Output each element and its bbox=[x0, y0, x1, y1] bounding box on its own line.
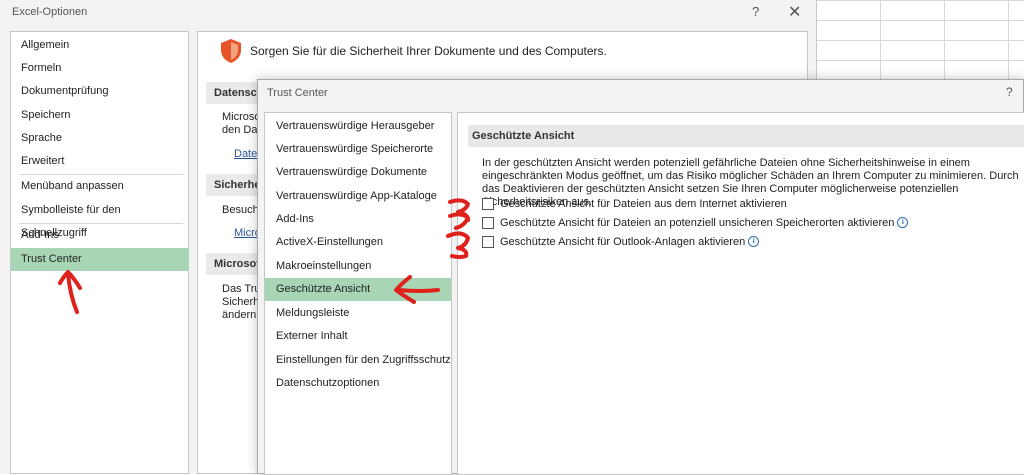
option-internet-row: Geschützte Ansicht für Dateien aus dem I… bbox=[482, 196, 787, 211]
option-label[interactable]: Geschützte Ansicht für Dateien an potenz… bbox=[500, 217, 894, 229]
shield-icon bbox=[221, 39, 241, 63]
info-icon[interactable]: i bbox=[897, 217, 909, 228]
trust-center-sidebar: Vertrauenswürdige Herausgeber Vertrauens… bbox=[264, 112, 452, 475]
section-heading-microsoft: Microsof bbox=[206, 253, 262, 275]
section-heading-datenschutz: Datensch bbox=[206, 82, 262, 104]
sidebar-item-menueband[interactable]: Menüband anpassen bbox=[11, 175, 189, 198]
sidebar-item-formeln[interactable]: Formeln bbox=[11, 57, 189, 80]
section-text: Microso bbox=[222, 111, 261, 123]
sidebar-item-dokumentpruefung[interactable]: Dokumentprüfung bbox=[11, 80, 189, 103]
checkbox-internet[interactable] bbox=[482, 197, 494, 210]
tc-item-meldungsleiste[interactable]: Meldungsleiste bbox=[265, 302, 451, 325]
page-headline: Sorgen Sie für die Sicherheit Ihrer Doku… bbox=[250, 44, 607, 58]
help-button[interactable]: ? bbox=[1006, 85, 1013, 99]
tc-item-herausgeber[interactable]: Vertrauenswürdige Herausgeber bbox=[265, 115, 451, 138]
help-button[interactable]: ? bbox=[752, 4, 759, 19]
tc-item-speicherorte[interactable]: Vertrauenswürdige Speicherorte bbox=[265, 138, 451, 161]
checkbox-unsafe-locations[interactable] bbox=[482, 216, 494, 229]
option-label[interactable]: Geschützte Ansicht für Dateien aus dem I… bbox=[500, 198, 787, 210]
tc-item-makro[interactable]: Makroeinstellungen bbox=[265, 255, 451, 278]
window-title: Excel-Optionen bbox=[12, 6, 88, 18]
option-outlook-row: Geschützte Ansicht für Outlook-Anlagen a… bbox=[482, 234, 760, 249]
sidebar-item-trust-center[interactable]: Trust Center bbox=[11, 248, 189, 271]
tc-item-add-ins[interactable]: Add-Ins bbox=[265, 208, 451, 231]
tc-item-zugriffsschutz[interactable]: Einstellungen für den Zugriffsschutz bbox=[265, 349, 451, 372]
dialog-title: Trust Center bbox=[267, 87, 328, 99]
section-text: ändern. bbox=[222, 309, 260, 321]
trust-center-main-panel: Geschützte Ansicht In der geschützten An… bbox=[457, 112, 1024, 475]
section-heading: Geschützte Ansicht bbox=[468, 125, 1024, 147]
option-unsafe-locations-row: Geschützte Ansicht für Dateien an potenz… bbox=[482, 215, 909, 230]
sidebar-item-speichern[interactable]: Speichern bbox=[11, 104, 189, 127]
close-button[interactable]: ✕ bbox=[788, 2, 801, 22]
tc-item-dokumente[interactable]: Vertrauenswürdige Dokumente bbox=[265, 161, 451, 184]
info-icon[interactable]: i bbox=[748, 236, 760, 247]
tc-item-activex[interactable]: ActiveX-Einstellungen bbox=[265, 231, 451, 254]
tc-item-geschuetzte-ansicht[interactable]: Geschützte Ansicht bbox=[265, 278, 451, 301]
sidebar-item-add-ins[interactable]: Add-Ins bbox=[11, 224, 189, 247]
options-sidebar: Allgemein Formeln Dokumentprüfung Speich… bbox=[10, 31, 189, 474]
option-label[interactable]: Geschützte Ansicht für Outlook-Anlagen a… bbox=[500, 236, 745, 248]
tc-item-datenschutz[interactable]: Datenschutzoptionen bbox=[265, 372, 451, 395]
tc-item-app-kataloge[interactable]: Vertrauenswürdige App-Kataloge bbox=[265, 185, 451, 208]
sidebar-item-erweitert[interactable]: Erweitert bbox=[11, 150, 189, 173]
tc-item-externer-inhalt[interactable]: Externer Inhalt bbox=[265, 325, 451, 348]
checkbox-outlook[interactable] bbox=[482, 235, 494, 248]
sidebar-item-sprache[interactable]: Sprache bbox=[11, 127, 189, 150]
sidebar-item-schnellzugriff[interactable]: Symbolleiste für den Schnellzugriff bbox=[11, 199, 189, 239]
sidebar-item-allgemein[interactable]: Allgemein bbox=[11, 34, 189, 57]
trust-center-dialog: Trust Center ? Vertrauenswürdige Herausg… bbox=[257, 79, 1024, 475]
section-heading-sicherheit: Sicherhei bbox=[206, 174, 262, 196]
